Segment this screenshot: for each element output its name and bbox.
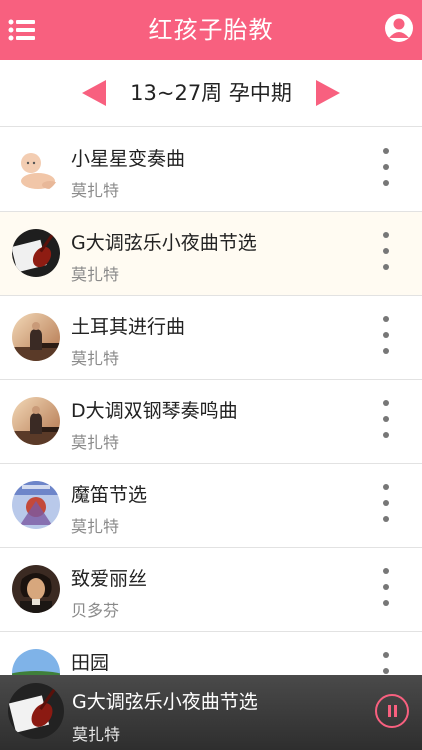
more-options-icon[interactable]: [380, 400, 392, 444]
song-artist: 莫扎特: [71, 181, 120, 200]
now-playing-title: G大调弦乐小夜曲节选: [72, 691, 258, 713]
song-cover: [12, 313, 60, 361]
song-title: 小星星变奏曲: [71, 148, 186, 170]
song-row[interactable]: 魔笛节选 莫扎特: [0, 464, 422, 548]
pause-icon[interactable]: [375, 694, 409, 728]
now-playing-artist: 莫扎特: [72, 725, 121, 744]
song-title: 田园: [71, 652, 110, 674]
song-cover: [12, 229, 60, 277]
song-title: 土耳其进行曲: [71, 316, 186, 338]
song-artist: 莫扎特: [71, 349, 120, 368]
user-icon[interactable]: [384, 13, 414, 43]
more-options-icon[interactable]: [380, 148, 392, 192]
song-artist: 莫扎特: [71, 433, 120, 452]
more-options-icon[interactable]: [380, 316, 392, 360]
app-header: 红孩子胎教: [0, 0, 422, 60]
prev-week-arrow-icon[interactable]: [82, 80, 106, 106]
more-options-icon[interactable]: [380, 568, 392, 612]
song-row[interactable]: D大调双钢琴奏鸣曲 莫扎特: [0, 380, 422, 464]
song-row[interactable]: G大调弦乐小夜曲节选 莫扎特: [0, 212, 422, 296]
more-options-icon[interactable]: [380, 484, 392, 528]
song-artist: 贝多芬: [71, 601, 120, 620]
next-week-arrow-icon[interactable]: [316, 80, 340, 106]
song-title: 魔笛节选: [71, 484, 148, 506]
week-selector: 13~27周 孕中期: [0, 60, 422, 127]
week-label: 13~27周 孕中期: [130, 81, 292, 105]
song-title: G大调弦乐小夜曲节选: [71, 232, 257, 254]
song-row[interactable]: 小星星变奏曲 莫扎特: [0, 128, 422, 212]
song-row[interactable]: 土耳其进行曲 莫扎特: [0, 296, 422, 380]
now-playing-cover: [8, 683, 64, 739]
song-title: D大调双钢琴奏鸣曲: [71, 400, 238, 422]
song-title: 致爱丽丝: [71, 568, 148, 590]
now-playing-bar[interactable]: G大调弦乐小夜曲节选 莫扎特: [0, 675, 422, 750]
more-options-icon[interactable]: [380, 232, 392, 276]
song-cover: [12, 481, 60, 529]
song-cover: [12, 397, 60, 445]
song-cover: [12, 565, 60, 613]
song-artist: 莫扎特: [71, 517, 120, 536]
app-title: 红孩子胎教: [148, 16, 274, 44]
song-row[interactable]: 致爱丽丝 贝多芬: [0, 548, 422, 632]
song-cover: [12, 145, 60, 193]
song-artist: 莫扎特: [71, 265, 120, 284]
song-list: 小星星变奏曲 莫扎特 G大调弦乐小夜曲节选 莫扎特 土耳其进行曲 莫扎特 D大调双钢琴奏鸣曲…: [0, 128, 422, 716]
